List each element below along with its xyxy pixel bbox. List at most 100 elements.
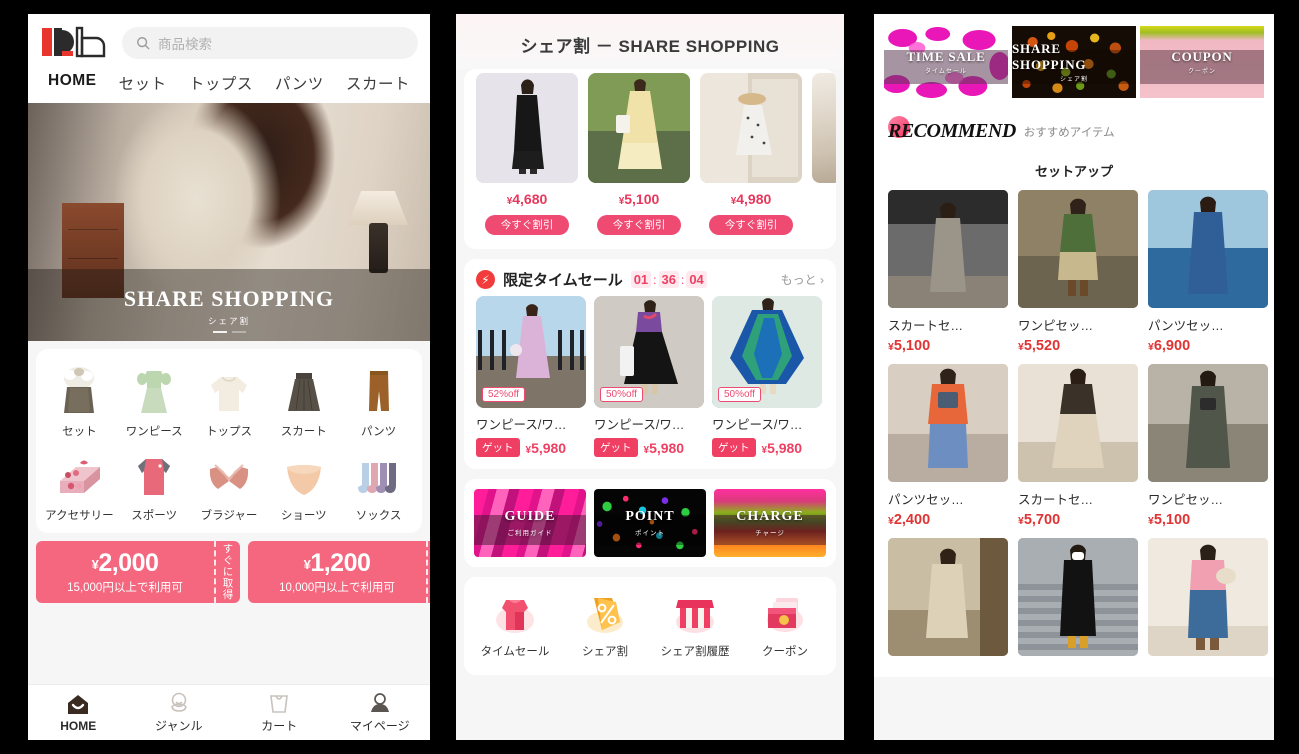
product-image[interactable]: 50%off — [712, 296, 822, 408]
product-image[interactable]: 52%off — [476, 296, 586, 408]
quick-action-share[interactable]: シェア割 — [560, 591, 650, 659]
nav-item-tops[interactable]: トップス — [189, 72, 253, 94]
share-item[interactable]: ¥4,680 今すぐ割引 — [476, 73, 578, 235]
coupon-wallet-icon — [740, 591, 830, 637]
category-item-pants[interactable]: パンツ — [341, 361, 416, 439]
category-item-sports[interactable]: スポーツ — [117, 445, 192, 523]
tab-mypage[interactable]: マイページ — [330, 685, 431, 740]
product-card[interactable]: パンツセッ… ¥6,900 — [1148, 190, 1268, 354]
category-item-set[interactable]: セット — [42, 361, 117, 439]
banner-title: GUIDE — [504, 509, 556, 524]
product-image[interactable] — [1148, 190, 1268, 308]
product-price: ¥6,900 — [1148, 338, 1191, 354]
category-label: ソックス — [355, 510, 402, 522]
product-card[interactable] — [1018, 538, 1138, 667]
share-item[interactable]: ¥5,100 今すぐ割引 — [588, 73, 690, 235]
nav-item-pants[interactable]: パンツ — [275, 72, 324, 94]
product-card[interactable]: ワンピセッ… ¥5,520 — [1018, 190, 1138, 354]
product-image[interactable] — [1018, 364, 1138, 482]
nav-item-skirt[interactable]: スカート — [346, 72, 410, 94]
product-price: ¥5,980 — [643, 439, 685, 456]
tab-genre[interactable]: ジャンル — [129, 685, 230, 740]
product-photo — [888, 538, 1008, 656]
discount-now-button[interactable]: 今すぐ割引 — [485, 215, 569, 235]
product-buy-row: ゲット ¥5,980 — [476, 438, 586, 457]
category-item-accessory[interactable]: アクセサリー — [42, 445, 117, 523]
product-image[interactable]: 50%off — [594, 296, 704, 408]
hero-dot[interactable] — [231, 330, 246, 333]
banner-share-shopping[interactable]: SHARE SHOPPING シェア割 — [1012, 26, 1136, 98]
product-image[interactable] — [888, 190, 1008, 308]
more-link[interactable]: もっと › — [781, 271, 824, 288]
timesale-title: 限定タイムセール — [503, 272, 623, 289]
timesale-items[interactable]: 52%off ワンピース/ワ… ゲット ¥5,980 50%off ワンピース/… — [464, 296, 836, 469]
category-label: トップス — [205, 426, 252, 438]
product-image[interactable] — [812, 73, 836, 183]
banner-charge[interactable]: CHARGE チャージ — [714, 489, 826, 557]
timer-seconds: 04 — [686, 271, 707, 288]
hero-subtitle: シェア割 — [207, 315, 250, 326]
product-image[interactable] — [1018, 190, 1138, 308]
phone-screen-share: シェア割 － SHARE SHOPPING ¥4,680 今すぐ割引 ¥5,10… — [456, 14, 844, 740]
category-item-socks[interactable]: ソックス — [341, 445, 416, 523]
coupon-card[interactable]: ¥2,000 15,000円以上で利用可 すぐに取得 — [36, 541, 240, 603]
product-image[interactable] — [700, 73, 802, 183]
product-card[interactable]: スカートセ… ¥5,100 — [888, 190, 1008, 354]
share-item[interactable]: ¥4,980 今すぐ割引 — [700, 73, 802, 235]
product-image[interactable] — [1148, 364, 1268, 482]
nav-item-home[interactable]: HOME — [48, 72, 97, 94]
banner-point[interactable]: POINT ポイント — [594, 489, 706, 557]
header-top-row: 商品検索 — [40, 24, 418, 62]
share-item-partial[interactable] — [812, 73, 836, 235]
category-nav: HOME セット トップス パンツ スカート — [40, 62, 418, 103]
discount-now-button[interactable]: 今すぐ割引 — [709, 215, 793, 235]
product-price: ¥2,400 — [888, 512, 931, 528]
search-input[interactable]: 商品検索 — [122, 27, 418, 59]
product-photo — [1018, 190, 1138, 308]
discount-now-button[interactable]: 今すぐ割引 — [597, 215, 681, 235]
product-card[interactable] — [1148, 538, 1268, 667]
tab-cart[interactable]: カート — [229, 685, 330, 740]
timesale-item[interactable]: 50%off ワンピース/ワ… ゲット ¥5,980 — [594, 296, 704, 457]
category-item-dress[interactable]: ワンピース — [117, 361, 192, 439]
product-card[interactable] — [888, 538, 1008, 667]
get-button[interactable]: ゲット — [476, 438, 520, 457]
category-item-bra[interactable]: ブラジャー — [192, 445, 267, 523]
get-button[interactable]: ゲット — [594, 438, 638, 457]
product-card[interactable]: パンツセッ… ¥2,400 — [888, 364, 1008, 528]
category-item-tops[interactable]: トップス — [192, 361, 267, 439]
app-logo[interactable] — [40, 24, 112, 62]
coupon-condition: 10,000円以上で利用可 — [279, 582, 395, 594]
coupon-claim-button[interactable]: すぐに取得 — [426, 541, 430, 603]
tab-home[interactable]: HOME — [28, 685, 129, 740]
quick-action-share-history[interactable]: シェア割履歴 — [650, 591, 740, 659]
banner-guide[interactable]: GUIDE ご利用ガイド — [474, 489, 586, 557]
product-image[interactable] — [1148, 538, 1268, 656]
product-image[interactable] — [1018, 538, 1138, 656]
banner-coupon[interactable]: COUPON クーポン — [1140, 26, 1264, 98]
hero-dot-active[interactable] — [212, 330, 227, 333]
nav-item-set[interactable]: セット — [119, 72, 167, 94]
coupon-carousel[interactable]: ¥2,000 15,000円以上で利用可 すぐに取得 ¥1,200 10,000… — [28, 541, 430, 603]
category-item-shorts[interactable]: ショーツ — [266, 445, 341, 523]
coupon-claim-button[interactable]: すぐに取得 — [214, 541, 240, 603]
timesale-item[interactable]: 52%off ワンピース/ワ… ゲット ¥5,980 — [476, 296, 586, 457]
banner-time-sale[interactable]: TIME SALE タイムセール — [884, 26, 1008, 98]
product-card[interactable]: スカートセ… ¥5,700 — [1018, 364, 1138, 528]
product-image[interactable] — [888, 364, 1008, 482]
hero-banner[interactable]: SHARE SHOPPING シェア割 — [28, 103, 430, 341]
get-button[interactable]: ゲット — [712, 438, 756, 457]
quick-action-coupon[interactable]: クーポン — [740, 591, 830, 659]
product-image[interactable] — [888, 538, 1008, 656]
share-items-carousel[interactable]: ¥4,680 今すぐ割引 ¥5,100 今すぐ割引 ¥4,980 今すぐ割引 — [464, 69, 836, 249]
product-card[interactable]: ワンピセッ… ¥5,100 — [1148, 364, 1268, 528]
tab-label: カート — [261, 719, 298, 733]
hero-pagination[interactable] — [28, 330, 430, 333]
product-image[interactable] — [588, 73, 690, 183]
coupon-card[interactable]: ¥1,200 10,000円以上で利用可 すぐに取得 — [248, 541, 430, 603]
category-item-skirt[interactable]: スカート — [266, 361, 341, 439]
discount-badge: 50%off — [600, 387, 643, 402]
quick-action-timesale[interactable]: タイムセール — [470, 591, 560, 659]
product-image[interactable] — [476, 73, 578, 183]
timesale-item[interactable]: 50%off ワンピース/ワ… ゲット ¥5,980 — [712, 296, 822, 457]
